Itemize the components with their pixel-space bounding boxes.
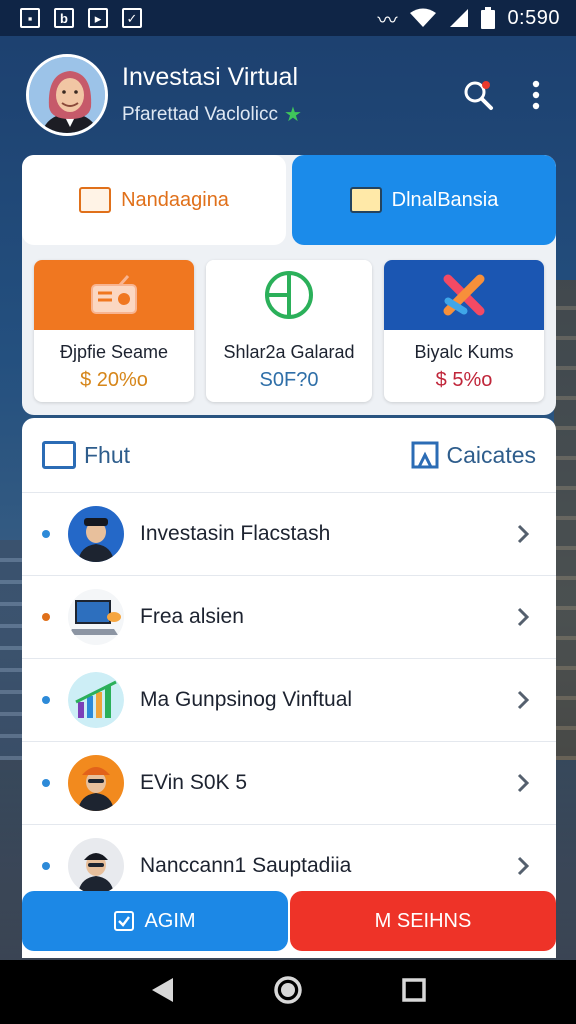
check-icon: ✓ (122, 8, 142, 28)
product-card-1-banner (34, 260, 194, 330)
tab-left-label: Nandaagina (121, 188, 229, 211)
seihns-button[interactable]: M SEIHNS (290, 891, 556, 951)
list-item-dot (42, 530, 50, 538)
app-subtitle: Pfarettad Vaclolicc ★ (122, 102, 440, 127)
search-button[interactable] (458, 75, 498, 115)
clock: 0:590 (507, 6, 560, 29)
tab-left[interactable]: Nandaagina (22, 155, 286, 245)
chevron-right-icon (508, 519, 538, 549)
seihns-button-label: M SEIHNS (374, 909, 472, 932)
chevron-right-icon (508, 851, 538, 881)
recents-button[interactable] (401, 977, 427, 1008)
wifi-icon (410, 8, 437, 27)
chevron-right-icon (508, 685, 538, 715)
tab-right[interactable]: DlnalBansia (292, 155, 556, 245)
calculator-icon (349, 187, 382, 213)
list-item-avatar (68, 838, 124, 894)
radio-icon (91, 275, 137, 314)
notification-icons: ▪ b ▸ ✓ (20, 8, 142, 28)
bookmark-icon (411, 441, 439, 469)
list-item-avatar (68, 755, 124, 811)
b-icon: b (54, 8, 74, 28)
search-icon (464, 81, 493, 110)
list-item-dot (42, 696, 50, 704)
list-item-dot (42, 779, 50, 787)
background-building-right (554, 280, 576, 760)
list-header-right-label: Caicates (446, 441, 536, 468)
header-text: Investasi Virtual Pfarettad Vaclolicc ★ (122, 63, 440, 127)
list-item-label: EVin S0K 5 (140, 771, 248, 794)
document-icon (79, 187, 112, 213)
more-vert-icon (532, 80, 540, 110)
system-icons: 〰 0:590 (377, 4, 560, 33)
background-building-left (0, 540, 24, 770)
cross-icon (443, 274, 485, 316)
profile-avatar[interactable] (26, 54, 108, 136)
list-filter-left[interactable]: Fhut (42, 441, 130, 469)
agim-button[interactable]: AGIM (22, 891, 288, 951)
product-card-1[interactable]: Đjpfie Seame $ 20%o (34, 260, 194, 402)
recents-icon (402, 977, 427, 1002)
home-icon (274, 975, 302, 1004)
globe-icon (265, 271, 313, 319)
tab-right-label: DlnalBansia (391, 188, 499, 211)
list-item-dot (42, 613, 50, 621)
status-bar: ▪ b ▸ ✓ 〰 0:590 (0, 0, 576, 36)
signal-icon (450, 9, 469, 27)
star-icon: ★ (283, 104, 302, 126)
agim-button-label: AGIM (144, 909, 196, 932)
product-3-value: $ 5%o (435, 369, 493, 391)
list-item-avatar (68, 589, 124, 645)
app-title: Investasi Virtual (122, 63, 299, 91)
product-card-3-banner (384, 260, 544, 330)
avatar-illustration (29, 57, 105, 133)
portfolio-list: Fhut Caicates Investasin Flacstash Frea … (22, 418, 556, 958)
list-item-label: Investasin Flacstash (140, 522, 331, 545)
list-item[interactable]: Frea alsien (22, 575, 556, 658)
play-icon: ▸ (88, 8, 108, 28)
list-item-avatar (68, 672, 124, 728)
list-item[interactable]: Investasin Flacstash (22, 492, 556, 575)
list-item-label: Frea alsien (140, 605, 244, 628)
product-1-name: Đjpfie Seame (59, 342, 169, 362)
subtitle-text: Pfarettad Vaclolicc (122, 103, 278, 125)
list-item-avatar (68, 506, 124, 562)
product-card-2-banner (206, 260, 372, 330)
product-2-name: Shlar2a Galarad (223, 342, 355, 362)
list-header-left-label: Fhut (84, 441, 131, 468)
square-icon: ▪ (20, 8, 40, 28)
list-header: Fhut Caicates (22, 418, 556, 492)
product-3-name: Biyalc Kums (414, 342, 514, 362)
product-card-2[interactable]: Shlar2a Galarad S0F?0 (206, 260, 372, 402)
checkbox-icon (114, 911, 135, 931)
list-item-label: Ma Gunpsinog Vinftual (140, 688, 353, 711)
product-card-3[interactable]: Biyalc Kums $ 5%o (384, 260, 544, 402)
chevron-right-icon (508, 768, 538, 798)
app-header: Investasi Virtual Pfarettad Vaclolicc ★ (26, 52, 556, 138)
list-filter-right[interactable]: Caicates (411, 441, 536, 469)
list-item-label: Nanccann1 Sauptadiia (140, 854, 352, 877)
list-item-dot (42, 862, 50, 870)
more-options-button[interactable] (516, 75, 556, 115)
back-icon (151, 977, 173, 1002)
product-1-value: $ 20%o (80, 369, 148, 391)
list-item[interactable]: Ma Gunpsinog Vinftual (22, 658, 556, 741)
investment-panel: Nandaagina DlnalBansia Đjpfie Seame $ 20… (22, 155, 556, 415)
vibrate-icon: 〰 (377, 9, 398, 32)
navigation-bar (0, 960, 576, 1024)
product-2-value: S0F?0 (259, 369, 319, 391)
battery-icon (481, 7, 496, 29)
list-item[interactable]: EVin S0K 5 (22, 741, 556, 824)
chevron-right-icon (508, 602, 538, 632)
back-button[interactable] (149, 976, 175, 1009)
chart-line-icon (42, 441, 76, 469)
home-button[interactable] (272, 974, 304, 1011)
